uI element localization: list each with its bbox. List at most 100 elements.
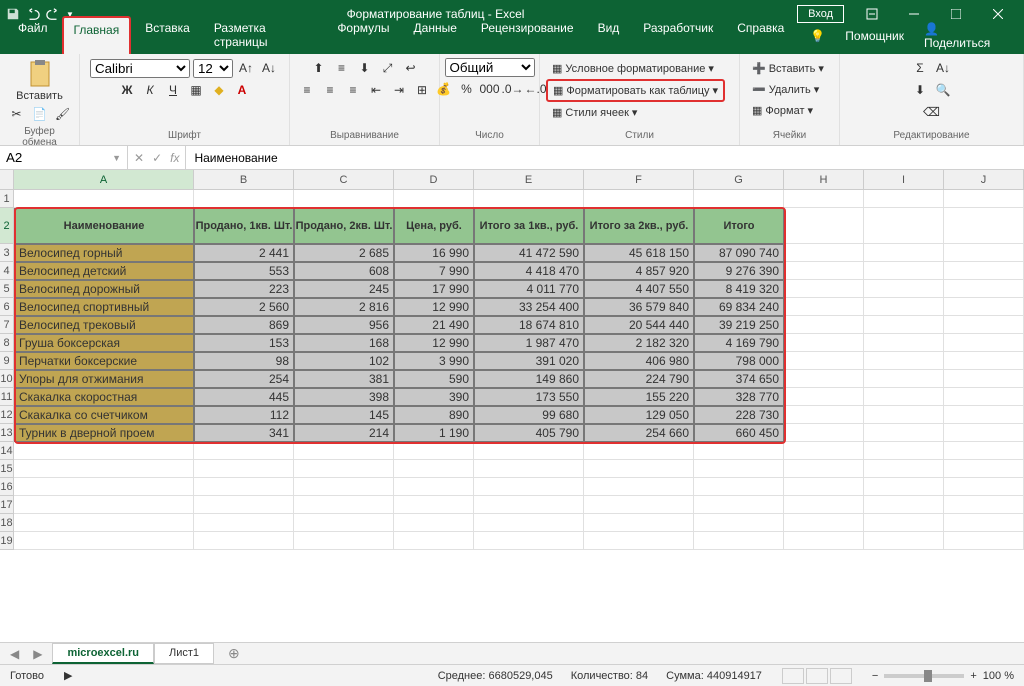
cell-C19[interactable] [294, 532, 394, 550]
cell-A16[interactable] [14, 478, 194, 496]
row-header-12[interactable]: 12 [0, 406, 14, 424]
ribbon-tab-данные[interactable]: Данные [404, 16, 467, 54]
cell-E14[interactable] [474, 442, 584, 460]
font-color-icon[interactable]: A [232, 80, 252, 100]
share-button[interactable]: 👤 Поделиться [916, 18, 1014, 54]
row-header-19[interactable]: 19 [0, 532, 14, 550]
cell-G9[interactable]: 798 000 [694, 352, 784, 370]
cell-A17[interactable] [14, 496, 194, 514]
view-buttons[interactable] [782, 668, 852, 684]
cell-A8[interactable]: Груша боксерская [14, 334, 194, 352]
conditional-formatting-button[interactable]: ▦ Условное форматирование ▾ [546, 58, 720, 79]
cell-B18[interactable] [194, 514, 294, 532]
page-layout-view-icon[interactable] [806, 668, 828, 684]
merge-icon[interactable]: ⊞ [412, 80, 432, 100]
cell-E19[interactable] [474, 532, 584, 550]
cell-F2[interactable]: Итого за 2кв., руб. [584, 208, 694, 244]
zoom-slider[interactable] [884, 674, 964, 678]
cell-D12[interactable]: 890 [394, 406, 474, 424]
currency-icon[interactable]: 💰 [434, 79, 454, 99]
row-header-18[interactable]: 18 [0, 514, 14, 532]
cell-F1[interactable] [584, 190, 694, 208]
cells-area[interactable]: НаименованиеПродано, 1кв. Шт.Продано, 2к… [14, 190, 1024, 550]
sheet-nav-next-icon[interactable]: ▶ [29, 645, 46, 663]
col-header-G[interactable]: G [694, 170, 784, 189]
sheet-tab-1[interactable]: Лист1 [154, 643, 214, 664]
cell-H15[interactable] [784, 460, 864, 478]
cell-J17[interactable] [944, 496, 1024, 514]
col-header-C[interactable]: C [294, 170, 394, 189]
cell-C3[interactable]: 2 685 [294, 244, 394, 262]
cell-E10[interactable]: 149 860 [474, 370, 584, 388]
ribbon-tab-рецензирование[interactable]: Рецензирование [471, 16, 584, 54]
cell-H12[interactable] [784, 406, 864, 424]
cell-D16[interactable] [394, 478, 474, 496]
cell-H18[interactable] [784, 514, 864, 532]
cell-G11[interactable]: 328 770 [694, 388, 784, 406]
cell-B15[interactable] [194, 460, 294, 478]
cell-D8[interactable]: 12 990 [394, 334, 474, 352]
align-middle-icon[interactable]: ≡ [332, 58, 352, 78]
cell-G14[interactable] [694, 442, 784, 460]
row-header-2[interactable]: 2 [0, 208, 14, 244]
cell-F10[interactable]: 224 790 [584, 370, 694, 388]
cell-J15[interactable] [944, 460, 1024, 478]
cell-D11[interactable]: 390 [394, 388, 474, 406]
cell-C17[interactable] [294, 496, 394, 514]
cell-F3[interactable]: 45 618 150 [584, 244, 694, 262]
cell-J7[interactable] [944, 316, 1024, 334]
cell-I3[interactable] [864, 244, 944, 262]
col-header-A[interactable]: A [14, 170, 194, 189]
cell-A4[interactable]: Велосипед детский [14, 262, 194, 280]
cell-D10[interactable]: 590 [394, 370, 474, 388]
cell-E13[interactable]: 405 790 [474, 424, 584, 442]
cell-F18[interactable] [584, 514, 694, 532]
cell-F5[interactable]: 4 407 550 [584, 280, 694, 298]
macro-record-icon[interactable]: ▶ [64, 669, 72, 682]
paste-icon[interactable] [27, 58, 53, 88]
cell-C4[interactable]: 608 [294, 262, 394, 280]
cell-A11[interactable]: Скакалка скоростная [14, 388, 194, 406]
cell-D7[interactable]: 21 490 [394, 316, 474, 334]
cell-C11[interactable]: 398 [294, 388, 394, 406]
cell-F16[interactable] [584, 478, 694, 496]
increase-decimal-icon[interactable]: .0→ [503, 79, 523, 99]
cell-D1[interactable] [394, 190, 474, 208]
cell-A12[interactable]: Скакалка со счетчиком [14, 406, 194, 424]
cell-C13[interactable]: 214 [294, 424, 394, 442]
cell-B9[interactable]: 98 [194, 352, 294, 370]
cell-C9[interactable]: 102 [294, 352, 394, 370]
sheet-tab-0[interactable]: microexcel.ru [52, 643, 154, 664]
row-header-11[interactable]: 11 [0, 388, 14, 406]
row-header-1[interactable]: 1 [0, 190, 14, 208]
cell-D18[interactable] [394, 514, 474, 532]
name-box-input[interactable] [6, 150, 86, 165]
formula-input[interactable] [194, 151, 1016, 165]
ribbon-tab-вставка[interactable]: Вставка [135, 16, 200, 54]
cell-E7[interactable]: 18 674 810 [474, 316, 584, 334]
cell-F13[interactable]: 254 660 [584, 424, 694, 442]
cell-F11[interactable]: 155 220 [584, 388, 694, 406]
cell-A2[interactable]: Наименование [14, 208, 194, 244]
cell-J14[interactable] [944, 442, 1024, 460]
col-header-D[interactable]: D [394, 170, 474, 189]
cell-G12[interactable]: 228 730 [694, 406, 784, 424]
cell-F4[interactable]: 4 857 920 [584, 262, 694, 280]
cell-B13[interactable]: 341 [194, 424, 294, 442]
cell-styles-button[interactable]: ▦ Стили ячеек ▾ [546, 102, 643, 123]
cell-F8[interactable]: 2 182 320 [584, 334, 694, 352]
cell-B19[interactable] [194, 532, 294, 550]
cell-B11[interactable]: 445 [194, 388, 294, 406]
align-bottom-icon[interactable]: ⬇ [355, 58, 375, 78]
cell-E5[interactable]: 4 011 770 [474, 280, 584, 298]
tell-me-button[interactable]: Помощник [837, 25, 912, 47]
zoom-level[interactable]: 100 % [983, 670, 1014, 682]
cell-C5[interactable]: 245 [294, 280, 394, 298]
cell-A13[interactable]: Турник в дверной проем [14, 424, 194, 442]
cell-B17[interactable] [194, 496, 294, 514]
border-icon[interactable]: ▦ [186, 80, 206, 100]
cell-A15[interactable] [14, 460, 194, 478]
orientation-icon[interactable]: ⤢ [378, 58, 398, 78]
cell-H9[interactable] [784, 352, 864, 370]
cell-A14[interactable] [14, 442, 194, 460]
